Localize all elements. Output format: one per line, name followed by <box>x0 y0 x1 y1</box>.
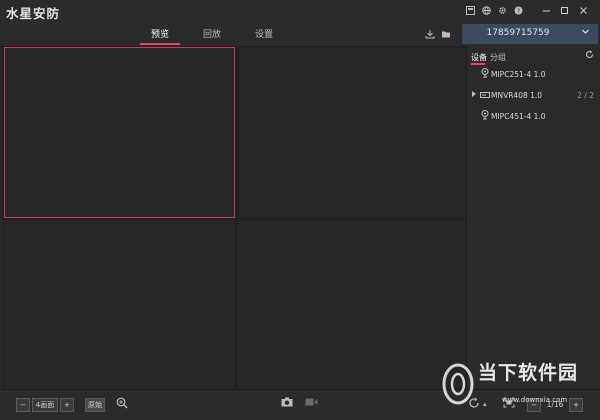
title-bar: 水星安防 ? <box>0 0 600 22</box>
account-phone: 17859715759 <box>486 28 550 38</box>
layout-decrease-button[interactable]: − <box>16 398 30 412</box>
chevron-down-icon <box>581 27 590 39</box>
sidebar-tab-indicator <box>471 63 485 65</box>
nvr-icon <box>480 91 490 101</box>
video-cell-2[interactable] <box>237 47 465 218</box>
svg-text:?: ? <box>517 7 520 15</box>
tab-playback[interactable]: 回放 <box>192 27 232 40</box>
device-name: MNVR408 1.0 <box>491 91 543 100</box>
camera-icon <box>481 68 489 81</box>
device-item[interactable]: MNVR408 1.0 2 / 2 <box>467 87 600 105</box>
zoom-icon[interactable] <box>116 397 128 412</box>
app-window: 水星安防 ? 预览 回放 设置 17859715759 设备 分组 MIPC25… <box>0 0 600 420</box>
device-name: MIPC451-4 1.0 <box>491 112 546 121</box>
download-icon[interactable] <box>425 29 435 42</box>
snapshot-camera-icon[interactable] <box>281 397 293 410</box>
minimize-icon[interactable] <box>541 5 552 16</box>
close-icon[interactable] <box>578 5 589 16</box>
sidebar-tab-devices[interactable]: 设备 <box>471 52 487 63</box>
layout-increase-button[interactable]: + <box>60 398 74 412</box>
app-title: 水星安防 <box>6 6 61 21</box>
expand-arrow-icon[interactable] <box>471 90 477 101</box>
aspect-ratio-button[interactable]: 原始 <box>85 398 105 412</box>
refresh-icon[interactable] <box>585 50 594 62</box>
camera-icon <box>481 110 489 123</box>
sidebar-tab-groups[interactable]: 分组 <box>490 52 506 63</box>
tab-settings[interactable]: 设置 <box>244 27 284 40</box>
device-sidebar: 设备 分组 MIPC251-4 1.0 MNVR408 1.0 2 / 2 MI… <box>466 46 600 389</box>
layout-label: 4画面 <box>32 398 58 412</box>
channel-count: 2 / 2 <box>577 91 594 100</box>
tab-preview[interactable]: 预览 <box>140 27 180 40</box>
record-icon[interactable] <box>305 397 318 410</box>
help-icon[interactable]: ? <box>513 5 524 16</box>
video-cell-1[interactable] <box>4 47 235 218</box>
device-item[interactable]: MIPC251-4 1.0 <box>467 66 600 84</box>
video-cell-4[interactable] <box>237 220 465 389</box>
gear-icon[interactable] <box>497 5 508 16</box>
maximize-icon[interactable] <box>559 5 570 16</box>
folder-icon[interactable] <box>441 29 451 42</box>
device-name: MIPC251-4 1.0 <box>491 70 546 79</box>
watermark-text: 当下软件园 <box>478 362 579 384</box>
device-item[interactable]: MIPC451-4 1.0 <box>467 108 600 126</box>
active-tab-indicator <box>140 43 180 45</box>
video-grid <box>3 46 465 389</box>
account-selector[interactable]: 17859715759 <box>462 24 598 44</box>
watermark-url: www.downxia.com <box>502 396 568 404</box>
globe-icon[interactable] <box>481 5 492 16</box>
video-cell-3[interactable] <box>4 220 235 389</box>
layout-icon[interactable] <box>465 5 476 16</box>
